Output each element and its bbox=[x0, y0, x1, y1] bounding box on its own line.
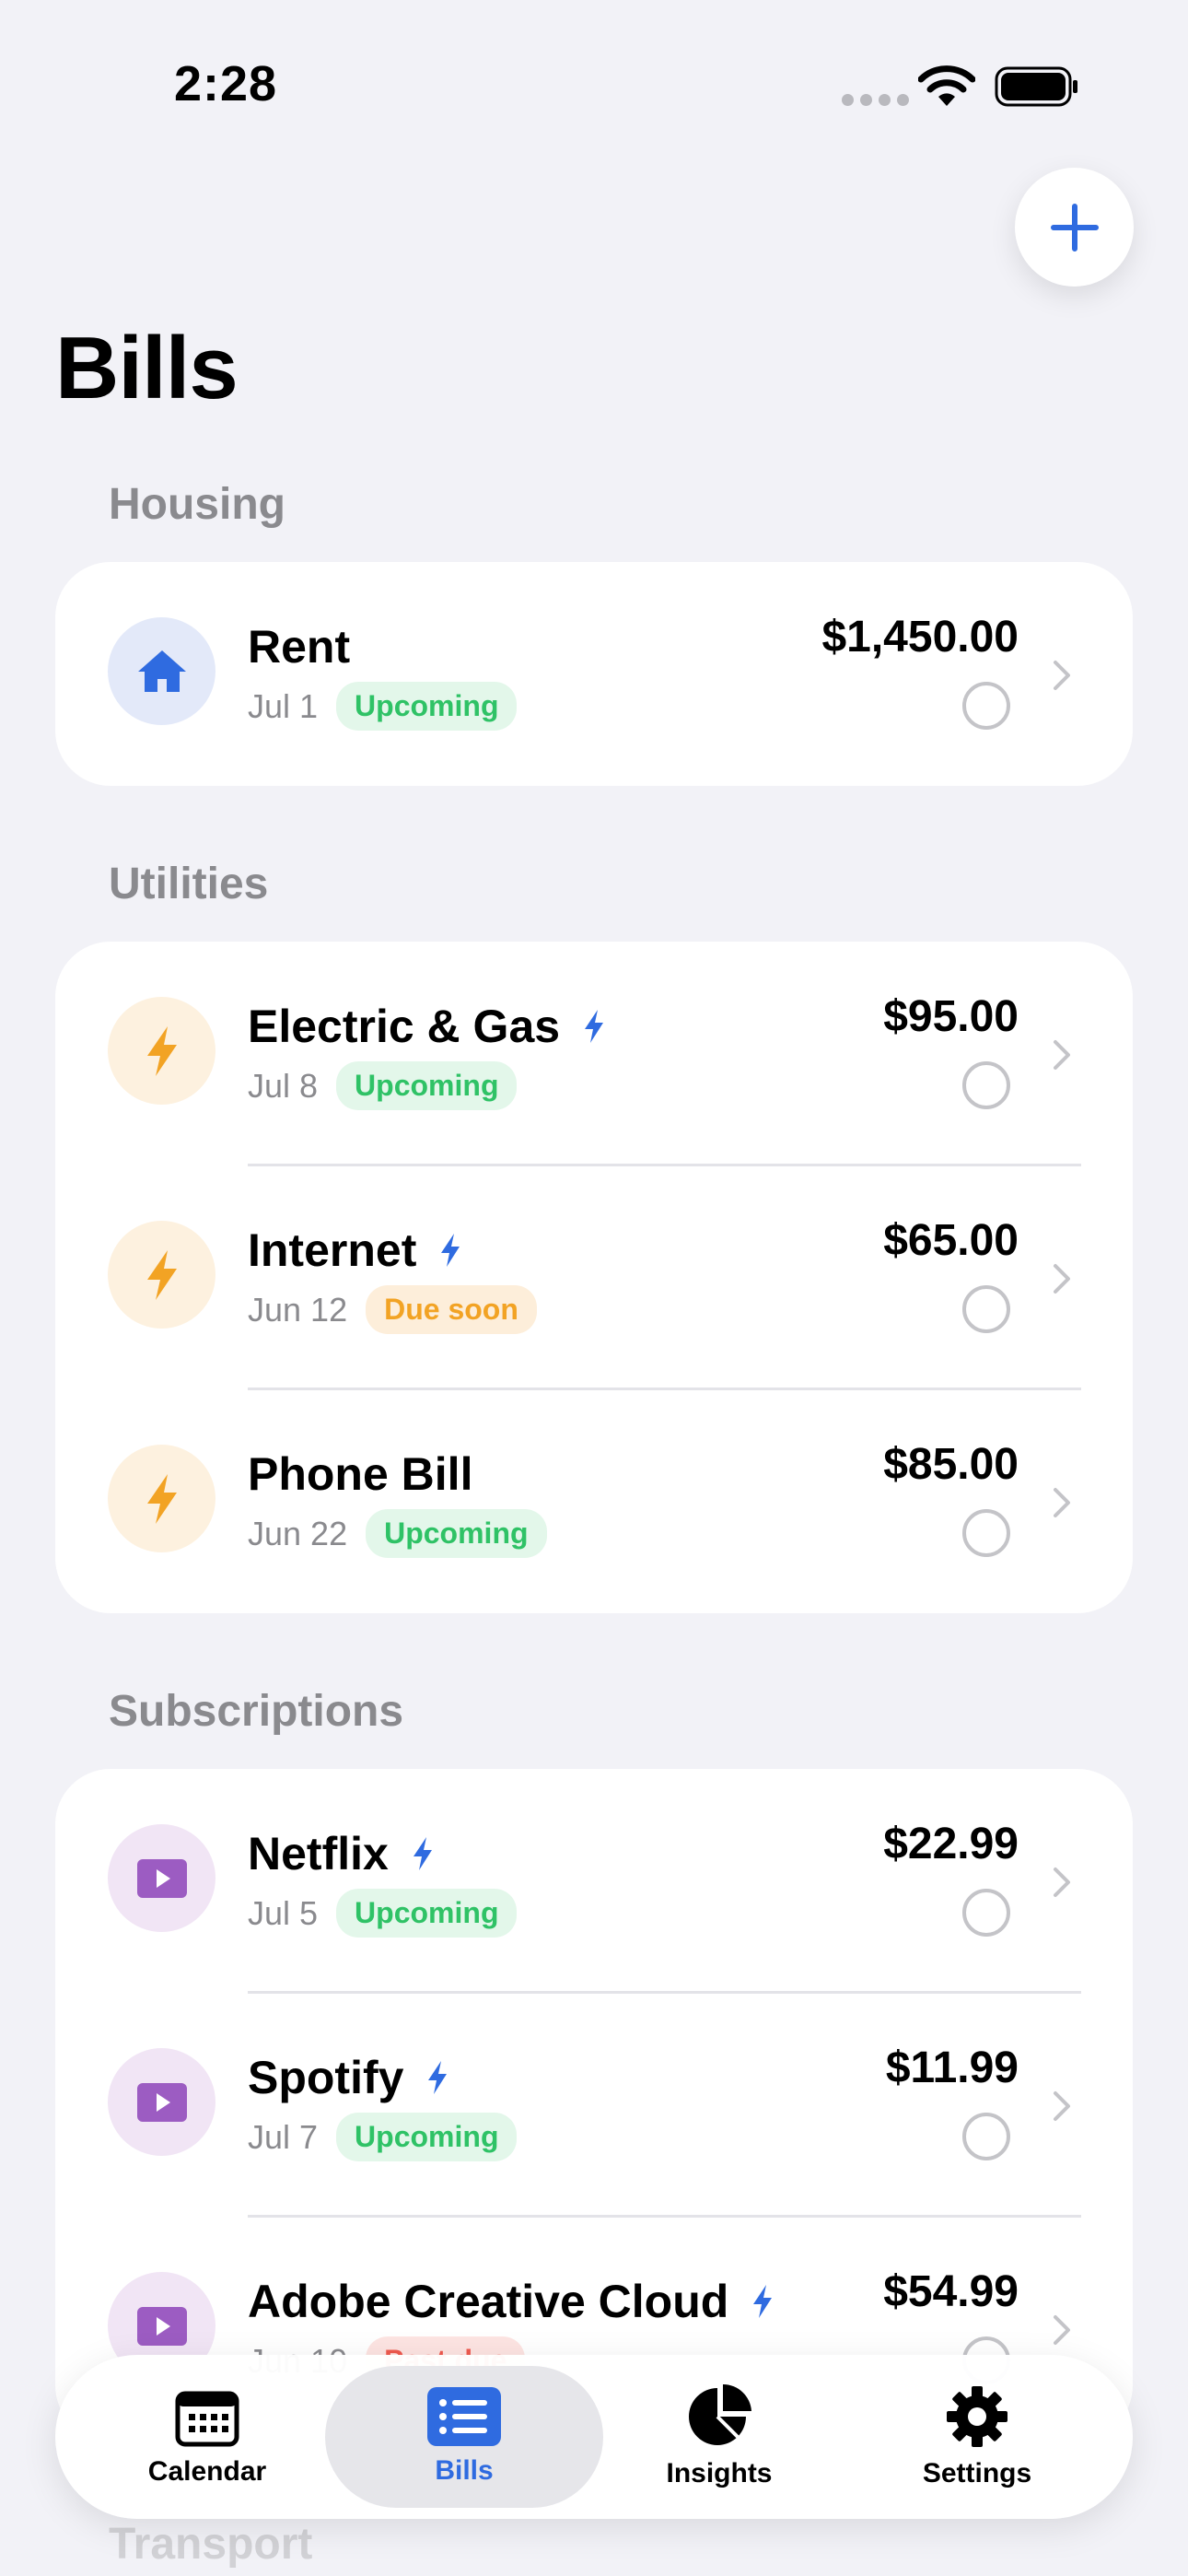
chevron-right-icon bbox=[1054, 2091, 1070, 2121]
chevron-right-icon bbox=[1054, 1488, 1070, 1517]
list-icon bbox=[427, 2387, 501, 2446]
section-header-utilities: Utilities bbox=[109, 860, 269, 908]
tab-bar: Calendar Bills Insights Settings bbox=[55, 2355, 1133, 2519]
section-header-transport: Transport bbox=[109, 2520, 313, 2569]
status-badge: Upcoming bbox=[336, 2113, 518, 2161]
tab-calendar[interactable]: Calendar bbox=[68, 2366, 346, 2508]
bill-amount: $1,450.00 bbox=[821, 613, 1019, 662]
bill-amount: $85.00 bbox=[883, 1440, 1019, 1489]
plus-icon bbox=[1050, 203, 1099, 252]
autopay-bolt-icon bbox=[428, 2061, 448, 2094]
bill-amount: $95.00 bbox=[883, 992, 1019, 1041]
bill-name: Spotify bbox=[248, 2052, 404, 2103]
bill-name: Phone Bill bbox=[248, 1448, 473, 1500]
tab-label: Insights bbox=[666, 2458, 773, 2488]
section-header-subscriptions: Subscriptions bbox=[109, 1687, 404, 1736]
bill-row-rent[interactable]: Rent Jul 1 Upcoming $1,450.00 bbox=[55, 562, 1133, 786]
bolt-icon bbox=[108, 997, 215, 1105]
mark-paid-checkbox[interactable] bbox=[962, 1889, 1010, 1937]
tab-label: Settings bbox=[922, 2458, 1032, 2488]
bill-due-date: Jun 12 bbox=[248, 1290, 348, 1329]
autopay-bolt-icon bbox=[441, 1234, 460, 1267]
bill-row-spotify[interactable]: Spotify Jul 7 Upcoming $11.99 bbox=[55, 1993, 1133, 2217]
battery-icon bbox=[995, 66, 1077, 107]
autopay-bolt-icon bbox=[585, 1010, 604, 1043]
bill-row-phone-bill[interactable]: Phone Bill Jun 22 Upcoming $85.00 bbox=[55, 1389, 1133, 1613]
status-badge: Upcoming bbox=[336, 1889, 518, 1938]
mark-paid-checkbox[interactable] bbox=[962, 2113, 1010, 2160]
status-badge: Upcoming bbox=[336, 682, 518, 731]
bolt-icon bbox=[108, 1221, 215, 1329]
bill-due-date: Jul 7 bbox=[248, 2117, 319, 2156]
chevron-right-icon bbox=[1054, 1040, 1070, 1070]
bill-name: Internet bbox=[248, 1224, 417, 1276]
mark-paid-checkbox[interactable] bbox=[962, 1061, 1010, 1109]
bill-name: Rent bbox=[248, 621, 351, 673]
bill-row-internet[interactable]: Internet Jun 12 Due soon $65.00 bbox=[55, 1165, 1133, 1389]
bill-amount: $22.99 bbox=[883, 1820, 1019, 1868]
bill-amount: $54.99 bbox=[883, 2267, 1019, 2316]
bill-row-electric-gas[interactable]: Electric & Gas Jul 8 Upcoming $95.00 bbox=[55, 942, 1133, 1165]
tab-bills[interactable]: Bills bbox=[325, 2366, 603, 2508]
chevron-right-icon bbox=[1054, 1264, 1070, 1294]
bill-due-date: Jul 1 bbox=[248, 686, 319, 725]
status-badge: Upcoming bbox=[366, 1509, 547, 1558]
status-time: 2:28 bbox=[174, 56, 278, 111]
bill-due-date: Jul 8 bbox=[248, 1066, 319, 1105]
add-bill-button[interactable] bbox=[1015, 168, 1134, 287]
housing-card: Rent Jul 1 Upcoming $1,450.00 bbox=[55, 562, 1133, 786]
section-header-housing: Housing bbox=[109, 480, 285, 529]
house-icon bbox=[108, 617, 215, 725]
bill-name: Adobe Creative Cloud bbox=[248, 2276, 729, 2327]
utilities-card: Electric & Gas Jul 8 Upcoming $95.00 Int… bbox=[55, 942, 1133, 1613]
tab-settings[interactable]: Settings bbox=[838, 2366, 1116, 2508]
tab-insights[interactable]: Insights bbox=[580, 2366, 858, 2508]
play-icon bbox=[108, 2048, 215, 2156]
bill-amount: $65.00 bbox=[883, 1216, 1019, 1265]
tab-label: Bills bbox=[435, 2455, 494, 2486]
bill-due-date: Jun 22 bbox=[248, 1514, 348, 1552]
bill-due-date: Jul 5 bbox=[248, 1893, 319, 1932]
autopay-bolt-icon bbox=[753, 2285, 773, 2318]
subscriptions-card: Netflix Jul 5 Upcoming $22.99 Spotify Ju… bbox=[55, 1769, 1133, 2441]
play-icon bbox=[108, 1824, 215, 1932]
gear-icon bbox=[947, 2386, 1007, 2447]
wifi-icon bbox=[918, 65, 975, 106]
cellular-signal-icon bbox=[842, 94, 909, 106]
page-title: Bills bbox=[55, 319, 239, 417]
pie-chart-icon bbox=[689, 2384, 751, 2445]
bolt-icon bbox=[108, 1445, 215, 1552]
tab-label: Calendar bbox=[147, 2456, 267, 2487]
mark-paid-checkbox[interactable] bbox=[962, 1285, 1010, 1333]
status-badge: Upcoming bbox=[336, 1061, 518, 1110]
bill-name: Electric & Gas bbox=[248, 1001, 561, 1052]
calendar-icon bbox=[175, 2391, 239, 2447]
mark-paid-checkbox[interactable] bbox=[962, 1509, 1010, 1557]
chevron-right-icon bbox=[1054, 2315, 1070, 2345]
status-badge: Due soon bbox=[366, 1285, 537, 1334]
bill-row-netflix[interactable]: Netflix Jul 5 Upcoming $22.99 bbox=[55, 1769, 1133, 1993]
bill-name: Netflix bbox=[248, 1828, 389, 1879]
chevron-right-icon bbox=[1054, 1868, 1070, 1897]
chevron-right-icon bbox=[1054, 661, 1070, 690]
bill-amount: $11.99 bbox=[885, 2043, 1019, 2092]
autopay-bolt-icon bbox=[413, 1837, 432, 1870]
mark-paid-checkbox[interactable] bbox=[962, 682, 1010, 730]
